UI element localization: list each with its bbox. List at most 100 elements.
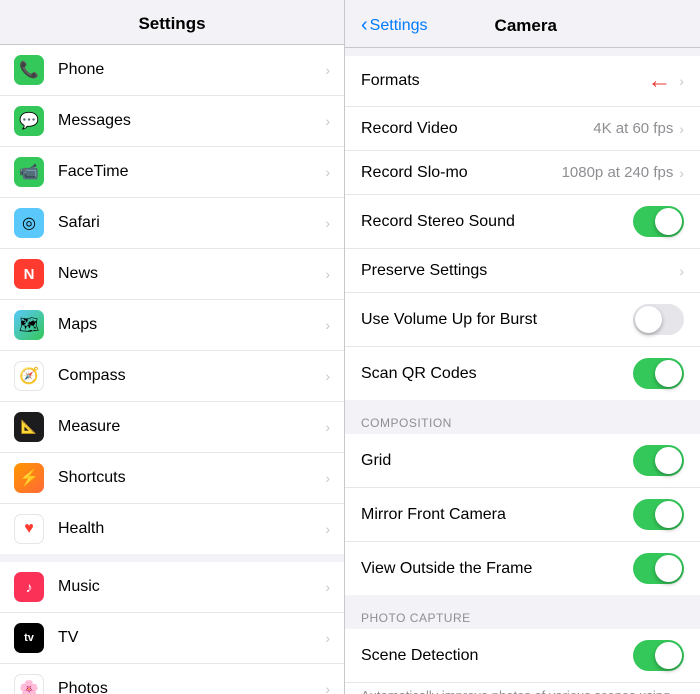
camera-item-value-record-video: 4K at 60 fps	[593, 120, 673, 137]
chevron-icon: ›	[679, 263, 684, 279]
photo-capture-header: PHOTO CAPTURE	[345, 603, 700, 629]
sidebar-item-measure[interactable]: 📐 Measure›	[0, 402, 344, 453]
comp-item-view-outside[interactable]: View Outside the Frame	[345, 542, 700, 595]
formats-red-arrow: ←	[647, 67, 671, 95]
chevron-icon: ›	[325, 164, 330, 180]
camera-item-label-preserve-settings: Preserve Settings	[361, 262, 679, 280]
camera-item-preserve-settings[interactable]: Preserve Settings›	[345, 249, 700, 293]
left-title: Settings	[138, 14, 205, 33]
chevron-icon: ›	[679, 121, 684, 137]
camera-settings-panel: ‹ Settings Camera Formats←›Record Video4…	[345, 0, 700, 694]
camera-item-record-stereo[interactable]: Record Stereo Sound	[345, 195, 700, 249]
sidebar-item-health[interactable]: ♥ Health›	[0, 504, 344, 554]
camera-item-label-record-video: Record Video	[361, 120, 593, 138]
chevron-icon: ›	[325, 470, 330, 486]
camera-item-label-volume-burst: Use Volume Up for Burst	[361, 311, 633, 329]
sidebar-item-label-measure: Measure	[58, 418, 325, 436]
photo-item-label-scene-detection: Scene Detection	[361, 647, 633, 665]
toggle-switch[interactable]	[633, 304, 684, 335]
camera-item-value-record-slomo: 1080p at 240 fps	[562, 164, 674, 181]
sidebar-item-label-health: Health	[58, 520, 325, 538]
settings-group-2: ♪Music›tvTV›🌸Photos›📷Camera←›🎙Podcasts›◉…	[0, 562, 344, 694]
right-title: Camera	[427, 16, 624, 36]
back-label: Settings	[370, 17, 428, 35]
toggle-knob	[655, 501, 682, 528]
back-chevron-icon: ‹	[361, 14, 368, 37]
sidebar-item-label-music: Music	[58, 578, 325, 596]
chevron-icon: ›	[325, 521, 330, 537]
sidebar-item-label-facetime: FaceTime	[58, 163, 325, 181]
comp-item-label-grid: Grid	[361, 452, 633, 470]
camera-item-scan-qr[interactable]: Scan QR Codes	[345, 347, 700, 400]
camera-item-label-formats: Formats	[361, 72, 647, 90]
camera-item-formats[interactable]: Formats← ›	[345, 56, 700, 107]
chevron-icon: ›	[325, 419, 330, 435]
camera-item-label-record-slomo: Record Slo-mo	[361, 164, 562, 182]
chevron-icon: ›	[325, 630, 330, 646]
toggle-switch[interactable]	[633, 553, 684, 584]
sidebar-item-label-news: News	[58, 265, 325, 283]
sidebar-item-news[interactable]: N News›	[0, 249, 344, 300]
chevron-icon: ›	[325, 317, 330, 333]
composition-group: Grid Mirror Front Camera View Outside the …	[345, 434, 700, 595]
toggle-knob	[655, 447, 682, 474]
sidebar-item-compass[interactable]: 🧭Compass›	[0, 351, 344, 402]
sidebar-item-label-safari: Safari	[58, 214, 325, 232]
chevron-icon: ›	[325, 266, 330, 282]
health-icon: ♥	[14, 514, 44, 544]
sidebar-item-label-maps: Maps	[58, 316, 325, 334]
toggle-switch[interactable]	[633, 499, 684, 530]
maps-icon: 🗺	[14, 310, 44, 340]
toggle-switch[interactable]	[633, 206, 684, 237]
chevron-icon: ›	[325, 368, 330, 384]
sidebar-item-facetime[interactable]: 📹 FaceTime›	[0, 147, 344, 198]
camera-item-volume-burst[interactable]: Use Volume Up for Burst	[345, 293, 700, 347]
camera-item-label-record-stereo: Record Stereo Sound	[361, 213, 633, 231]
photo-item-scene-detection[interactable]: Scene Detection	[345, 629, 700, 683]
facetime-icon: 📹	[14, 157, 44, 187]
chevron-icon: ›	[325, 681, 330, 694]
toggle-knob	[655, 555, 682, 582]
photo-capture-group: Scene DetectionAutomatically improve pho…	[345, 629, 700, 694]
settings-group-1: 📞Phone›💬Messages›📹FaceTime›◎Safari›NNews…	[0, 45, 344, 554]
sidebar-item-label-phone: Phone	[58, 61, 325, 79]
left-header: Settings	[0, 0, 344, 45]
sidebar-item-photos[interactable]: 🌸Photos›	[0, 664, 344, 694]
compass-icon: 🧭	[14, 361, 44, 391]
comp-item-grid[interactable]: Grid	[345, 434, 700, 488]
right-header: ‹ Settings Camera	[345, 0, 700, 48]
shortcuts-icon: ⚡	[14, 463, 44, 493]
sidebar-item-tv[interactable]: tvTV›	[0, 613, 344, 664]
chevron-icon: ›	[325, 113, 330, 129]
chevron-icon: ›	[679, 73, 684, 89]
right-content: Formats←›Record Video4K at 60 fps›Record…	[345, 48, 700, 694]
toggle-switch[interactable]	[633, 445, 684, 476]
toggle-switch[interactable]	[633, 358, 684, 389]
news-icon: N	[14, 259, 44, 289]
messages-icon: 💬	[14, 106, 44, 136]
camera-item-record-video[interactable]: Record Video4K at 60 fps ›	[345, 107, 700, 151]
toggle-knob	[655, 360, 682, 387]
toggle-knob	[655, 208, 682, 235]
chevron-icon: ›	[679, 165, 684, 181]
toggle-switch[interactable]	[633, 640, 684, 671]
sidebar-item-phone[interactable]: 📞Phone›	[0, 45, 344, 96]
sidebar-item-music[interactable]: ♪Music›	[0, 562, 344, 613]
camera-item-record-slomo[interactable]: Record Slo-mo1080p at 240 fps ›	[345, 151, 700, 195]
back-button[interactable]: ‹ Settings	[361, 14, 427, 37]
comp-item-mirror-front[interactable]: Mirror Front Camera	[345, 488, 700, 542]
toggle-knob	[635, 306, 662, 333]
sidebar-item-maps[interactable]: 🗺 Maps›	[0, 300, 344, 351]
composition-header: COMPOSITION	[345, 408, 700, 434]
sidebar-item-safari[interactable]: ◎ Safari›	[0, 198, 344, 249]
camera-main-group: Formats←›Record Video4K at 60 fps›Record…	[345, 56, 700, 400]
chevron-icon: ›	[325, 215, 330, 231]
safari-icon: ◎	[14, 208, 44, 238]
sidebar-item-label-messages: Messages	[58, 112, 325, 130]
sidebar-item-messages[interactable]: 💬 Messages›	[0, 96, 344, 147]
comp-item-label-mirror-front: Mirror Front Camera	[361, 506, 633, 524]
measure-icon: 📐	[14, 412, 44, 442]
settings-list: 📞Phone›💬Messages›📹FaceTime›◎Safari›NNews…	[0, 45, 344, 694]
phone-icon: 📞	[14, 55, 44, 85]
sidebar-item-shortcuts[interactable]: ⚡Shortcuts›	[0, 453, 344, 504]
